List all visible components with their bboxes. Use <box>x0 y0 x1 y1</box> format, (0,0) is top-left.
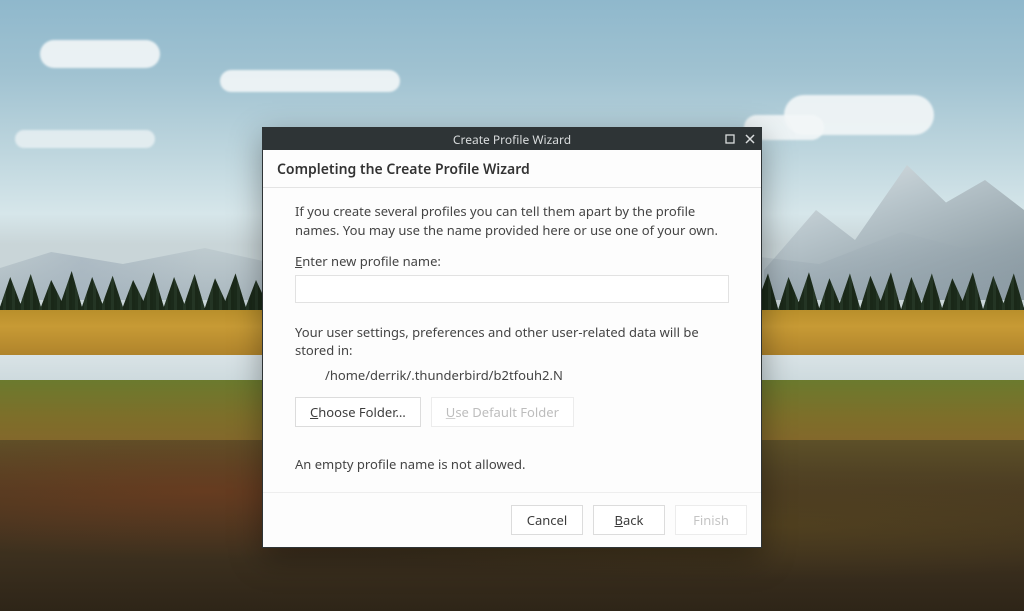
close-button[interactable] <box>743 132 757 146</box>
maximize-icon <box>725 134 735 144</box>
storage-intro: Your user settings, preferences and othe… <box>295 323 729 361</box>
create-profile-wizard-window: Create Profile Wizard Completing the Cre… <box>262 127 762 548</box>
profile-name-input[interactable] <box>295 275 729 303</box>
storage-path: /home/derrik/.thunderbird/b2tfouh2.N <box>295 366 729 385</box>
use-default-folder-button: Use Default Folder <box>431 397 574 427</box>
profile-name-label: Enter new profile name: <box>295 252 729 271</box>
choose-folder-button[interactable]: Choose Folder… <box>295 397 421 427</box>
cancel-button[interactable]: Cancel <box>511 505 583 535</box>
intro-text: If you create several profiles you can t… <box>295 202 729 240</box>
finish-button: Finish <box>675 505 747 535</box>
back-button[interactable]: Back <box>593 505 665 535</box>
cloud-decoration <box>40 40 160 68</box>
window-title: Create Profile Wizard <box>453 131 571 148</box>
desktop-wallpaper: Create Profile Wizard Completing the Cre… <box>0 0 1024 611</box>
window-titlebar[interactable]: Create Profile Wizard <box>263 128 761 150</box>
validation-message: An empty profile name is not allowed. <box>295 455 729 474</box>
wizard-content: If you create several profiles you can t… <box>263 188 761 492</box>
close-icon <box>745 134 755 144</box>
wizard-footer: Cancel Back Finish <box>263 492 761 547</box>
cloud-decoration <box>15 130 155 148</box>
maximize-button[interactable] <box>723 132 737 146</box>
wizard-heading: Completing the Create Profile Wizard <box>263 150 761 188</box>
cloud-decoration <box>220 70 400 92</box>
